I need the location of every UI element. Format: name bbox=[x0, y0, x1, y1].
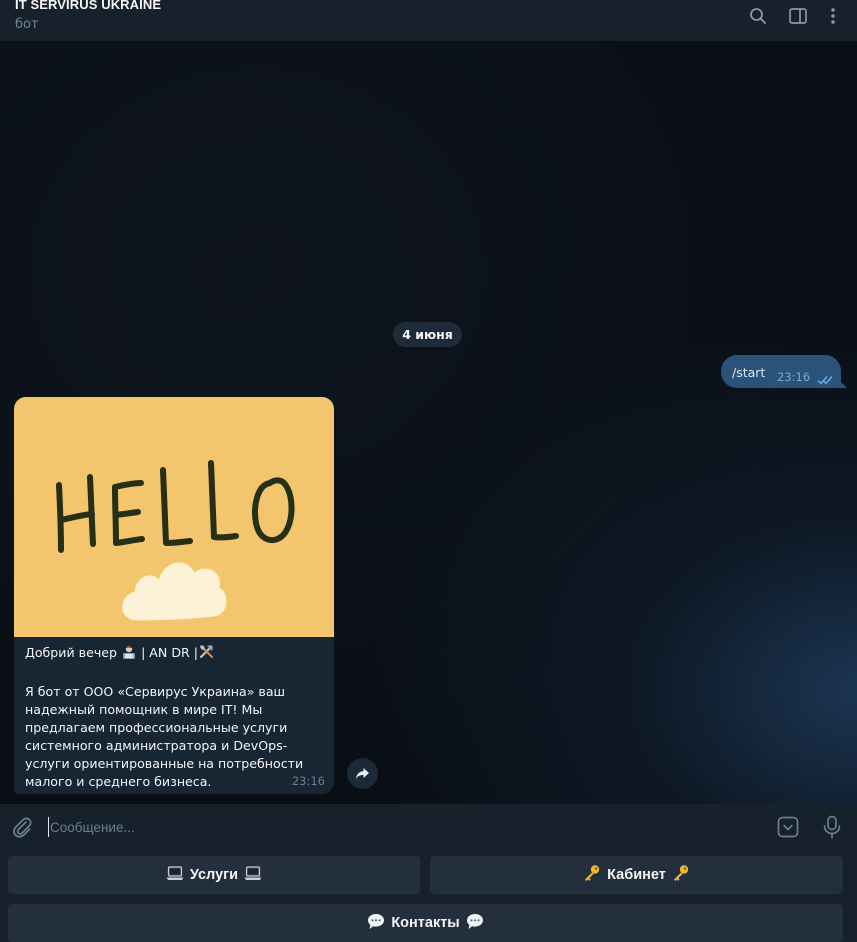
message-list[interactable]: 4 июня /start 23:16 Добрий вечер | AN DR… bbox=[0, 42, 857, 804]
microphone-icon[interactable] bbox=[822, 815, 842, 843]
services-label: Услуги bbox=[189, 867, 239, 883]
paperclip-icon[interactable] bbox=[11, 816, 33, 842]
speech-bubble-icon bbox=[466, 913, 484, 934]
message-input[interactable] bbox=[50, 815, 750, 839]
laptop-icon bbox=[166, 865, 184, 885]
text-cursor bbox=[48, 817, 49, 837]
outgoing-message[interactable]: /start 23:16 bbox=[721, 355, 841, 388]
double-check-icon bbox=[817, 370, 835, 389]
date-separator: 4 июня bbox=[393, 322, 462, 347]
message-text: Добрий вечер | AN DR | Я бот от ООО «Сер… bbox=[25, 643, 325, 791]
cabinet-label: Кабинет bbox=[607, 867, 666, 883]
contacts-label: Контакты bbox=[391, 915, 460, 931]
chat-subtitle: бот bbox=[15, 17, 39, 32]
cabinet-button[interactable]: Кабинет bbox=[430, 856, 843, 894]
message-time: 23:16 bbox=[777, 370, 811, 384]
more-vertical-icon[interactable] bbox=[819, 4, 847, 28]
key-icon bbox=[672, 864, 690, 886]
chat-header: IT SERVIRUS UKRAINE бот bbox=[0, 0, 857, 42]
laptop-icon bbox=[244, 865, 262, 885]
forward-arrow-icon bbox=[356, 768, 369, 779]
technologist-emoji-icon bbox=[121, 644, 137, 665]
key-icon bbox=[583, 864, 601, 886]
forward-button[interactable] bbox=[347, 758, 378, 789]
search-icon[interactable] bbox=[744, 4, 772, 28]
tools-emoji-icon bbox=[198, 643, 215, 665]
message-composer bbox=[0, 804, 857, 850]
chat-title[interactable]: IT SERVIRUS UKRAINE bbox=[15, 0, 161, 12]
message-time: 23:16 bbox=[291, 774, 325, 788]
hello-sticker-image[interactable] bbox=[14, 397, 334, 637]
bot-keyboard-toggle-icon[interactable] bbox=[777, 816, 799, 842]
message-text: /start bbox=[732, 365, 766, 380]
speech-bubble-icon bbox=[367, 913, 385, 934]
greeting-tail: | AN DR | bbox=[141, 645, 199, 660]
greeting-text: Добрий вечер bbox=[25, 645, 118, 660]
telegram-window: IT SERVIRUS UKRAINE бот 4 июня /start 23… bbox=[0, 0, 857, 942]
services-button[interactable]: Услуги bbox=[8, 856, 420, 894]
bot-keyboard: Услуги Кабинет Контакты bbox=[0, 850, 857, 942]
bot-intro-text: Я бот от ООО «Сервирус Украина» ваш наде… bbox=[25, 684, 304, 789]
contacts-button[interactable]: Контакты bbox=[8, 904, 843, 942]
incoming-message[interactable]: Добрий вечер | AN DR | Я бот от ООО «Сер… bbox=[14, 397, 334, 794]
sidebar-toggle-icon[interactable] bbox=[784, 4, 812, 28]
